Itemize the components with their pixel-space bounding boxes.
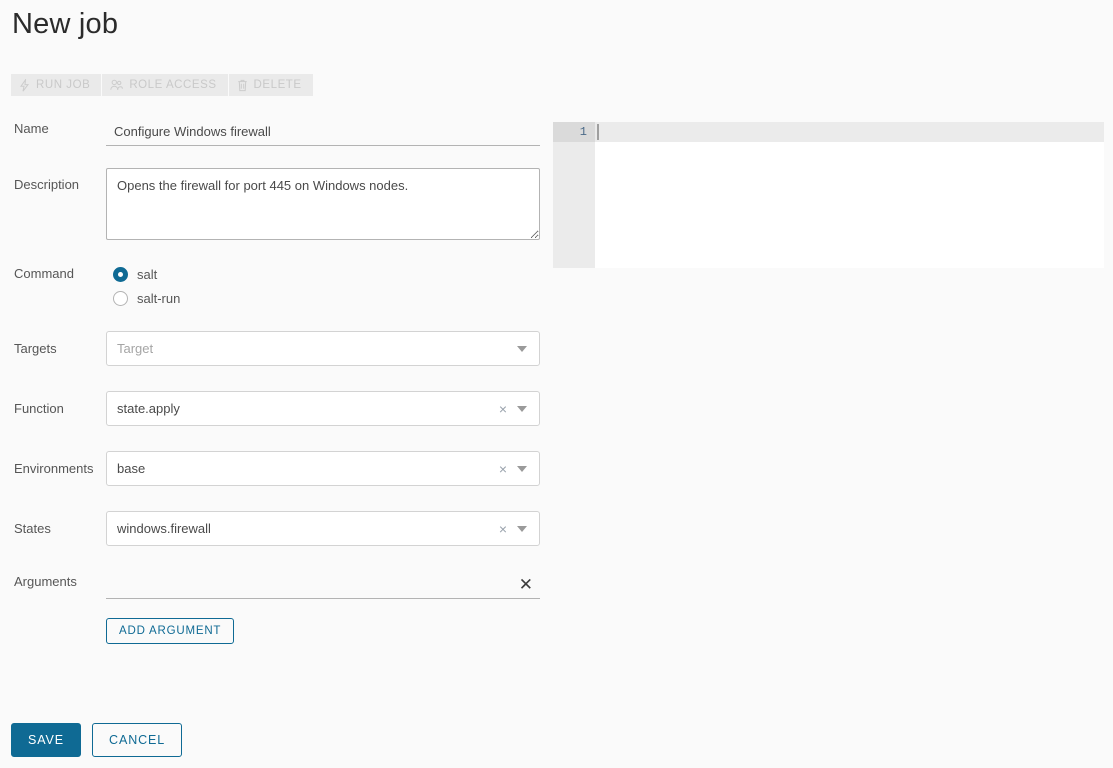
command-label: Command xyxy=(14,266,74,281)
role-access-label: ROLE ACCESS xyxy=(129,78,217,91)
clear-icon[interactable]: × xyxy=(495,522,517,536)
save-button[interactable]: SAVE xyxy=(11,723,82,757)
run-job-label: RUN JOB xyxy=(36,78,91,91)
targets-label: Targets xyxy=(14,341,57,356)
run-job-button[interactable]: RUN JOB xyxy=(11,74,102,96)
chevron-down-icon[interactable] xyxy=(517,345,527,352)
users-group-icon xyxy=(110,79,124,91)
argument-input-row[interactable]: ✕ xyxy=(106,571,540,599)
targets-select[interactable]: Target xyxy=(106,331,540,366)
chevron-down-icon[interactable] xyxy=(517,525,527,532)
radio-salt-run-indicator[interactable] xyxy=(113,290,128,306)
field-row-arguments: Arguments ✕ ADD ARGUMENT xyxy=(0,571,545,644)
environments-select[interactable]: base × xyxy=(106,451,540,486)
remove-argument-icon[interactable]: ✕ xyxy=(517,576,535,593)
radio-option-salt[interactable]: salt xyxy=(113,262,545,286)
states-select[interactable]: windows.firewall × xyxy=(106,511,540,546)
page-title: New job xyxy=(12,8,119,40)
name-label: Name xyxy=(14,121,49,136)
delete-label: DELETE xyxy=(253,78,302,91)
clear-icon[interactable]: × xyxy=(495,462,517,476)
role-access-button[interactable]: ROLE ACCESS xyxy=(102,74,228,96)
cancel-button[interactable]: CANCEL xyxy=(92,723,183,757)
states-value: windows.firewall xyxy=(117,521,211,536)
function-select[interactable]: state.apply × xyxy=(106,391,540,426)
clear-icon[interactable]: × xyxy=(495,402,517,416)
new-job-page: New job RUN JOB ROLE ACCESS DELETE Name … xyxy=(0,0,1113,768)
radio-salt-run-label: salt-run xyxy=(137,290,181,306)
radio-option-salt-run[interactable]: salt-run xyxy=(113,286,545,310)
field-row-function: Function state.apply × xyxy=(0,391,545,426)
states-label: States xyxy=(14,521,51,536)
environments-label: Environments xyxy=(14,461,94,476)
form-actions: SAVE CANCEL xyxy=(11,723,183,757)
function-value: state.apply xyxy=(117,401,180,416)
command-radio-group: salt salt-run xyxy=(106,262,545,310)
environments-value: base xyxy=(117,461,146,476)
field-row-targets: Targets Target xyxy=(0,331,545,366)
description-label: Description xyxy=(14,177,80,192)
delete-button[interactable]: DELETE xyxy=(228,74,313,96)
name-input[interactable] xyxy=(106,120,540,146)
arguments-label: Arguments xyxy=(14,574,77,589)
line-number: 1 xyxy=(553,122,595,142)
targets-value: Target xyxy=(117,341,154,356)
field-row-environments: Environments base × xyxy=(0,451,545,486)
job-form: Name Description Command salt salt xyxy=(0,120,545,644)
editor-line-number-gutter: 1 xyxy=(553,122,595,268)
chevron-down-icon[interactable] xyxy=(517,405,527,412)
editor-active-line[interactable] xyxy=(595,122,1104,142)
radio-salt-indicator[interactable] xyxy=(113,266,128,282)
field-row-command: Command salt salt-run xyxy=(0,262,545,310)
add-argument-button[interactable]: ADD ARGUMENT xyxy=(106,618,235,644)
code-editor[interactable]: 1 xyxy=(553,122,1104,268)
description-textarea[interactable] xyxy=(106,168,540,240)
trash-icon xyxy=(237,79,248,92)
editor-code-area[interactable] xyxy=(595,122,1104,268)
field-row-description: Description xyxy=(0,168,545,240)
field-row-states: States windows.firewall × xyxy=(0,511,545,546)
text-cursor xyxy=(597,124,599,140)
function-label: Function xyxy=(14,401,64,416)
radio-salt-label: salt xyxy=(137,266,158,282)
field-row-name: Name xyxy=(0,120,545,146)
chevron-down-icon[interactable] xyxy=(517,465,527,472)
action-toolbar: RUN JOB ROLE ACCESS DELETE xyxy=(11,74,313,96)
lightning-bolt-icon xyxy=(19,78,30,92)
